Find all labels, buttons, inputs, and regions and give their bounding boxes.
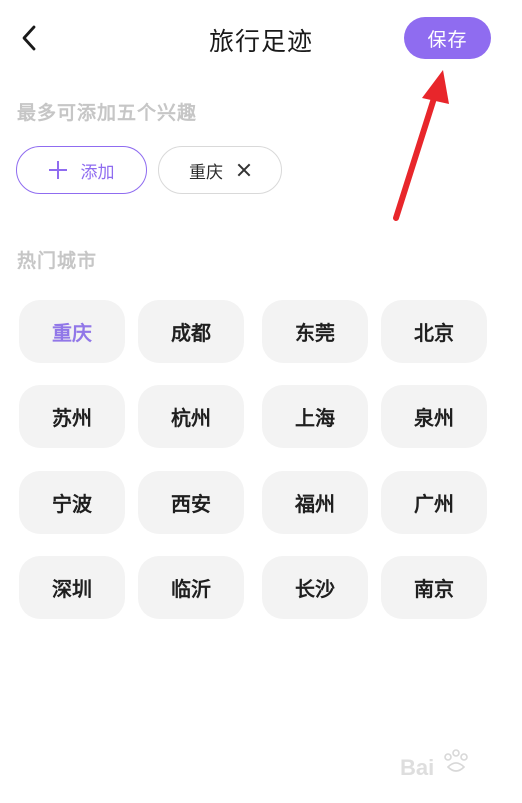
close-icon[interactable]	[237, 163, 251, 177]
city-option[interactable]: 福州	[262, 471, 368, 534]
header-bar: 旅行足迹 保存	[0, 0, 522, 78]
selected-chip-label: 重庆	[189, 162, 223, 183]
save-button[interactable]: 保存	[404, 17, 491, 59]
city-option[interactable]: 西安	[138, 471, 244, 534]
city-option[interactable]: 杭州	[138, 385, 244, 448]
back-button[interactable]	[12, 20, 46, 56]
selected-chip: 重庆	[158, 146, 282, 194]
max-interests-hint: 最多可添加五个兴趣	[17, 102, 198, 124]
city-option[interactable]: 成都	[138, 300, 244, 363]
city-option[interactable]: 南京	[381, 556, 487, 619]
city-option[interactable]: 北京	[381, 300, 487, 363]
add-button[interactable]: 添加	[16, 146, 147, 194]
city-option[interactable]: 重庆	[19, 300, 125, 363]
chevron-left-icon	[22, 25, 36, 51]
city-option[interactable]: 深圳	[19, 556, 125, 619]
city-option[interactable]: 东莞	[262, 300, 368, 363]
hot-cities-heading: 热门城市	[17, 250, 98, 272]
add-label: 添加	[80, 162, 115, 183]
plus-icon	[48, 161, 67, 179]
watermark-logo: Bai	[400, 749, 468, 780]
city-option[interactable]: 临沂	[138, 556, 244, 619]
city-option[interactable]: 广州	[381, 471, 487, 534]
city-option[interactable]: 宁波	[19, 471, 125, 534]
svg-text:Bai: Bai	[400, 755, 434, 780]
city-option[interactable]: 苏州	[19, 385, 125, 448]
city-option[interactable]: 长沙	[262, 556, 368, 619]
city-option[interactable]: 上海	[262, 385, 368, 448]
city-option[interactable]: 泉州	[381, 385, 487, 448]
